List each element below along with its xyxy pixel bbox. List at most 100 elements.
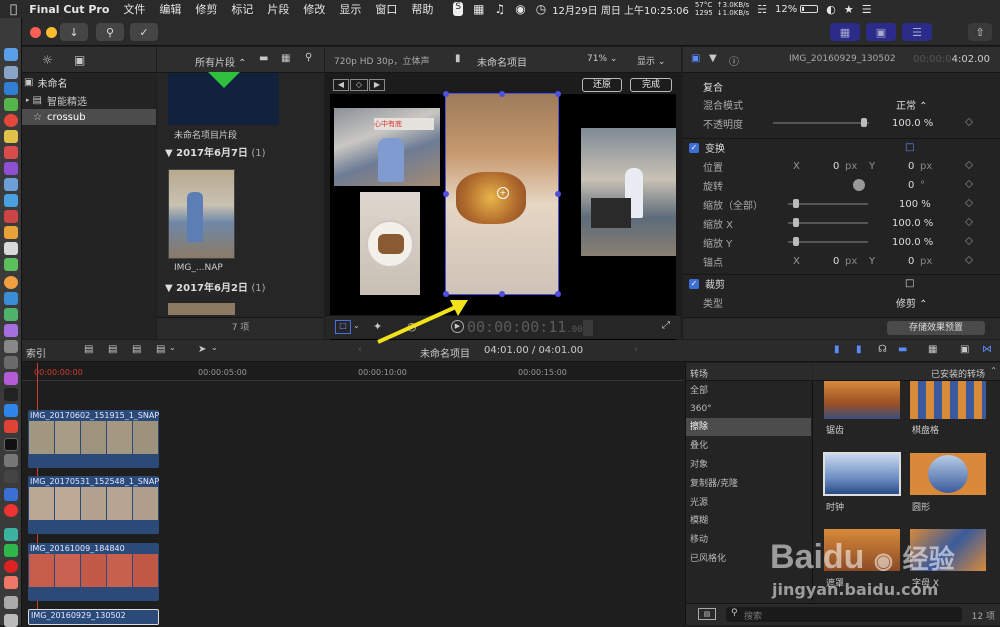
notes-icon[interactable]	[4, 130, 18, 143]
search-field[interactable]: ⚲ 搜索	[726, 607, 962, 622]
transform-checkbox[interactable]: ✓	[689, 142, 699, 153]
wechat-icon[interactable]: ◉	[515, 2, 525, 16]
clock-icon[interactable]: ◷	[536, 2, 546, 16]
transition-thumb-checkerboard[interactable]	[910, 381, 986, 419]
browser-toggle-button[interactable]: ▦	[830, 23, 860, 41]
keyframe-diamond-icon[interactable]	[964, 160, 974, 170]
date-group-1[interactable]: ▼ 2017年6月7日 (1)	[165, 144, 266, 159]
filter-popup[interactable]: 所有片段 ⌃	[195, 54, 247, 69]
connect-clip-icon[interactable]: ▤	[132, 344, 141, 355]
background-tasks-button[interactable]: ✓	[130, 23, 158, 41]
app-icon-b[interactable]	[4, 210, 18, 223]
photos-audio-icon[interactable]: ☼	[42, 53, 53, 67]
menu-trim[interactable]: 修剪	[195, 1, 217, 17]
clip-appearance-icon[interactable]: ▬	[259, 53, 268, 64]
transform-menu-chevron[interactable]: ⌄	[353, 321, 360, 330]
grid-icon[interactable]: ▦	[473, 2, 484, 16]
app-icon-a[interactable]	[4, 194, 18, 207]
wechat-dock-icon[interactable]	[4, 544, 18, 557]
edit-menu-chevron[interactable]: ⌄	[169, 343, 176, 352]
app-icon-d[interactable]	[4, 242, 18, 255]
share-button[interactable]: ⇧	[968, 23, 992, 41]
app-icon-k[interactable]	[4, 372, 18, 385]
center-handle-icon[interactable]: +	[497, 187, 509, 199]
blend-mode-popup[interactable]: 正常 ⌃	[896, 97, 928, 112]
keyframe-diamond-icon[interactable]	[964, 179, 974, 189]
scale-y-value[interactable]: 100.0 %	[892, 237, 933, 248]
keyword-button[interactable]: ⚲	[96, 23, 124, 41]
category-item[interactable]: 光源	[686, 494, 811, 512]
prev-keyframe-button[interactable]: ◀	[333, 79, 349, 91]
transform-onscreen-icon[interactable]: □	[905, 142, 914, 153]
tv-icon[interactable]	[4, 388, 18, 401]
app-icon-g[interactable]	[4, 308, 18, 321]
scale-x-slider[interactable]	[788, 222, 868, 224]
minimize-window-button[interactable]	[46, 27, 57, 38]
safari-icon[interactable]	[4, 82, 18, 95]
app-icon-l[interactable]	[4, 420, 18, 433]
android-icon[interactable]	[4, 98, 18, 111]
app-icon-q[interactable]	[4, 560, 18, 573]
keyframe-diamond-icon[interactable]	[964, 255, 974, 265]
menu-clip[interactable]: 片段	[267, 1, 289, 17]
app-icon-e[interactable]	[4, 258, 18, 271]
rotation-dial[interactable]	[853, 179, 865, 191]
appstore-icon[interactable]	[4, 404, 18, 417]
select-tool-icon[interactable]: ➤	[198, 344, 206, 355]
position-x-value[interactable]: 0	[833, 161, 839, 172]
append-clip-icon[interactable]: ▤	[84, 344, 93, 355]
tool-menu-chevron[interactable]: ⌄	[211, 343, 218, 352]
app-icon-j[interactable]	[4, 356, 18, 369]
project-thumbnail[interactable]	[168, 72, 279, 125]
transform-section[interactable]: ✓ 变换 □	[683, 138, 1000, 156]
category-item-selected[interactable]: 擦除	[686, 418, 811, 436]
terminal-icon[interactable]	[4, 438, 18, 451]
scale-x-knob[interactable]	[793, 218, 799, 227]
search-icon[interactable]: ⚲	[305, 52, 312, 63]
timecode-display[interactable]: 00:00:00:11.00	[467, 318, 583, 336]
sidebar-toggle-icon[interactable]: ▤	[698, 608, 716, 620]
category-item[interactable]: 全部	[686, 382, 811, 400]
status-icons[interactable]: S ▦ ♫ ◉ ◷	[453, 2, 546, 16]
timeline-clip-selected[interactable]: IMG_20160929_130502	[28, 609, 159, 625]
timeline-clip[interactable]: IMG_20170602_151915_1_SNAP	[28, 410, 159, 468]
launchpad-icon[interactable]	[4, 66, 18, 79]
scale-y-slider[interactable]	[788, 241, 868, 243]
installed-popup[interactable]: 已安装的转场 ⌃	[813, 363, 1000, 381]
keyframe-diamond-icon[interactable]	[964, 236, 974, 246]
menu-file[interactable]: 文件	[123, 1, 145, 17]
app-icon-c[interactable]	[4, 226, 18, 239]
trash-icon[interactable]	[4, 614, 18, 627]
info-inspector-icon[interactable]: ⓘ	[729, 53, 739, 68]
scale-x-value[interactable]: 100.0 %	[892, 218, 933, 229]
transition-thumb-circle[interactable]	[910, 453, 986, 495]
transitions-browser-icon[interactable]: ⋈	[982, 344, 992, 355]
video-frame-selected[interactable]: +	[443, 91, 561, 297]
photos-icon[interactable]	[4, 276, 18, 289]
index-button[interactable]: 索引	[26, 345, 46, 360]
sidebar-item-smart-collections[interactable]: ▸ ▤ 智能精选	[22, 92, 156, 108]
switch-icon[interactable]: ◐	[826, 3, 836, 16]
library-root[interactable]: ▣ 未命名	[22, 74, 156, 90]
next-keyframe-button[interactable]: ▶	[369, 79, 385, 91]
clip-thumbnail[interactable]	[168, 169, 235, 259]
fullscreen-icon[interactable]: ⤢	[662, 320, 670, 331]
preview-icon[interactable]	[4, 178, 18, 191]
app-icon-n[interactable]	[4, 470, 18, 483]
app-icon-m[interactable]	[4, 454, 18, 467]
add-keyframe-button[interactable]: ◇	[350, 79, 368, 91]
menu-edit[interactable]: 编辑	[159, 1, 181, 17]
yandex-icon[interactable]	[4, 504, 18, 517]
timeline-toggle-button[interactable]: ▣	[866, 23, 896, 41]
category-item[interactable]: 叠化	[686, 437, 811, 455]
snapping-icon[interactable]: ▬	[898, 344, 907, 355]
finder-icon[interactable]	[4, 48, 18, 61]
video-inspector-icon[interactable]: ▣	[691, 53, 700, 64]
keyframe-diamond-icon[interactable]	[964, 198, 974, 208]
chrome-icon[interactable]	[4, 114, 18, 127]
timeline-ruler[interactable]: 00:00:00:00 00:00:05:00 00:00:10:00 00:0…	[22, 363, 684, 381]
category-item[interactable]: 360°	[686, 400, 811, 418]
category-item[interactable]: 对象	[686, 456, 811, 474]
skimming-icon[interactable]: ▮	[856, 344, 862, 355]
crop-type-popup[interactable]: 修剪 ⌃	[896, 295, 928, 310]
